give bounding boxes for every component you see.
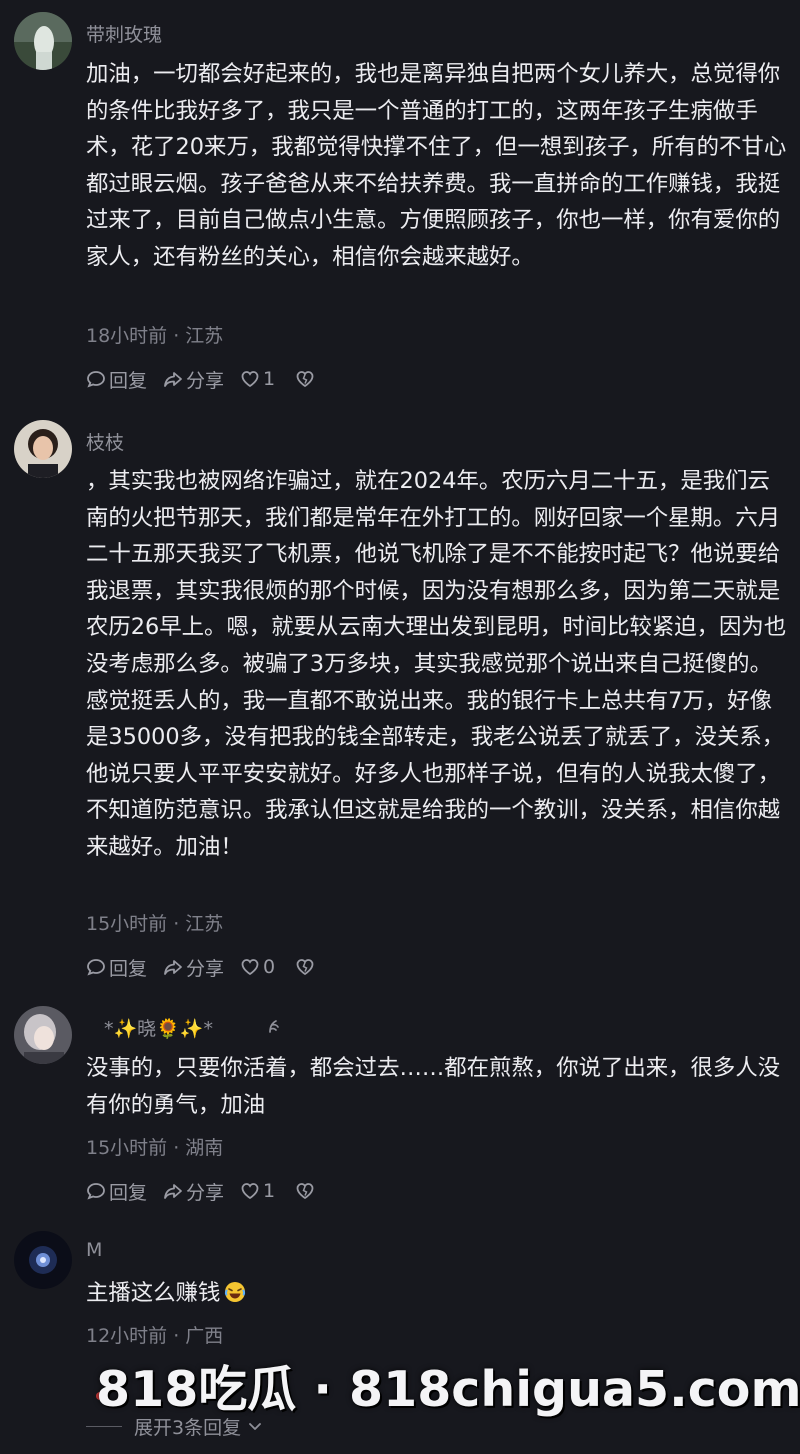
reply-label: 回复 — [109, 369, 148, 392]
comment-actions: 回复 分享 1 — [86, 1178, 334, 1204]
laughing-crying-emoji-icon — [225, 1282, 246, 1302]
avatar[interactable] — [14, 420, 72, 478]
avatar[interactable] — [14, 1231, 72, 1289]
username[interactable]: 带刺玫瑰 — [86, 20, 162, 47]
comment-text-content: 主播这么赚钱 — [86, 1280, 221, 1306]
comment-text: 加油，一切都会好起来的，我也是离异独自把两个女儿养大，总觉得你的条件比我好多了，… — [86, 61, 787, 270]
share-button[interactable]: 分享 — [163, 366, 224, 393]
expand-replies-button[interactable]: 展开3条回复 — [86, 1413, 263, 1439]
broken-heart-icon — [296, 1183, 314, 1200]
share-label: 分享 — [186, 369, 225, 392]
share-button[interactable]: 分享 — [163, 1178, 224, 1205]
broken-heart-icon — [296, 959, 314, 976]
share-icon — [164, 1184, 182, 1199]
share-label: 分享 — [186, 957, 225, 980]
chevron-down-icon — [249, 1423, 261, 1430]
dislike-button[interactable] — [295, 957, 318, 977]
like-button[interactable]: 1 — [240, 368, 275, 390]
username[interactable]: M — [86, 1239, 102, 1261]
comment-text: 没事的，只要你活着，都会过去……都在煎熬，你说了出来，很多人没有你的勇气，加油 — [86, 1055, 781, 1118]
comment-text: ，其实我也被网络诈骗过，就在2024年。农历六月二十五，是我们云南的火把节那天，… — [86, 468, 787, 860]
divider — [86, 1425, 122, 1427]
watermark: 818吃瓜 · 818chigua5.com — [96, 1361, 800, 1418]
reply-button[interactable]: 回复 — [86, 366, 147, 393]
like-count: 0 — [263, 956, 276, 978]
share-button[interactable]: 分享 — [163, 954, 224, 981]
username[interactable]: 枝枝 — [86, 428, 124, 455]
expand-replies-label: 展开3条回复 — [134, 1416, 242, 1439]
comment-meta: 18小时前 · 江苏 — [86, 325, 224, 347]
comment-meta: 15小时前 · 江苏 — [86, 913, 224, 935]
reply-icon — [87, 1183, 105, 1200]
like-button[interactable]: 1 — [240, 1180, 275, 1202]
heart-icon — [241, 959, 259, 976]
fan-badge-icon — [269, 1020, 279, 1033]
reply-label: 回复 — [109, 1181, 148, 1204]
username[interactable]: *✨晓🌻✨* — [104, 1014, 213, 1041]
comment-meta: 15小时前 · 湖南 — [86, 1137, 224, 1159]
comment-meta: 12小时前 · 广西 — [86, 1325, 224, 1347]
comment-actions: 回复 分享 1 — [86, 366, 334, 392]
dislike-button[interactable] — [295, 369, 318, 389]
avatar[interactable] — [14, 1006, 72, 1064]
reply-button[interactable]: 回复 — [86, 1178, 147, 1205]
comment-actions: 回复 分享 0 — [86, 954, 334, 980]
reply-icon — [87, 371, 105, 388]
share-icon — [164, 960, 182, 975]
heart-icon — [241, 371, 259, 388]
reply-icon — [87, 959, 105, 976]
reply-label: 回复 — [109, 957, 148, 980]
reply-button[interactable]: 回复 — [86, 954, 147, 981]
like-count: 1 — [263, 1180, 276, 1202]
share-label: 分享 — [186, 1181, 225, 1204]
share-icon — [164, 372, 182, 387]
comment-text: 主播这么赚钱 — [86, 1275, 792, 1312]
like-button[interactable]: 0 — [240, 956, 275, 978]
broken-heart-icon — [296, 371, 314, 388]
heart-icon — [241, 1183, 259, 1200]
like-count: 1 — [263, 368, 276, 390]
dislike-button[interactable] — [295, 1181, 318, 1201]
avatar[interactable] — [14, 12, 72, 70]
